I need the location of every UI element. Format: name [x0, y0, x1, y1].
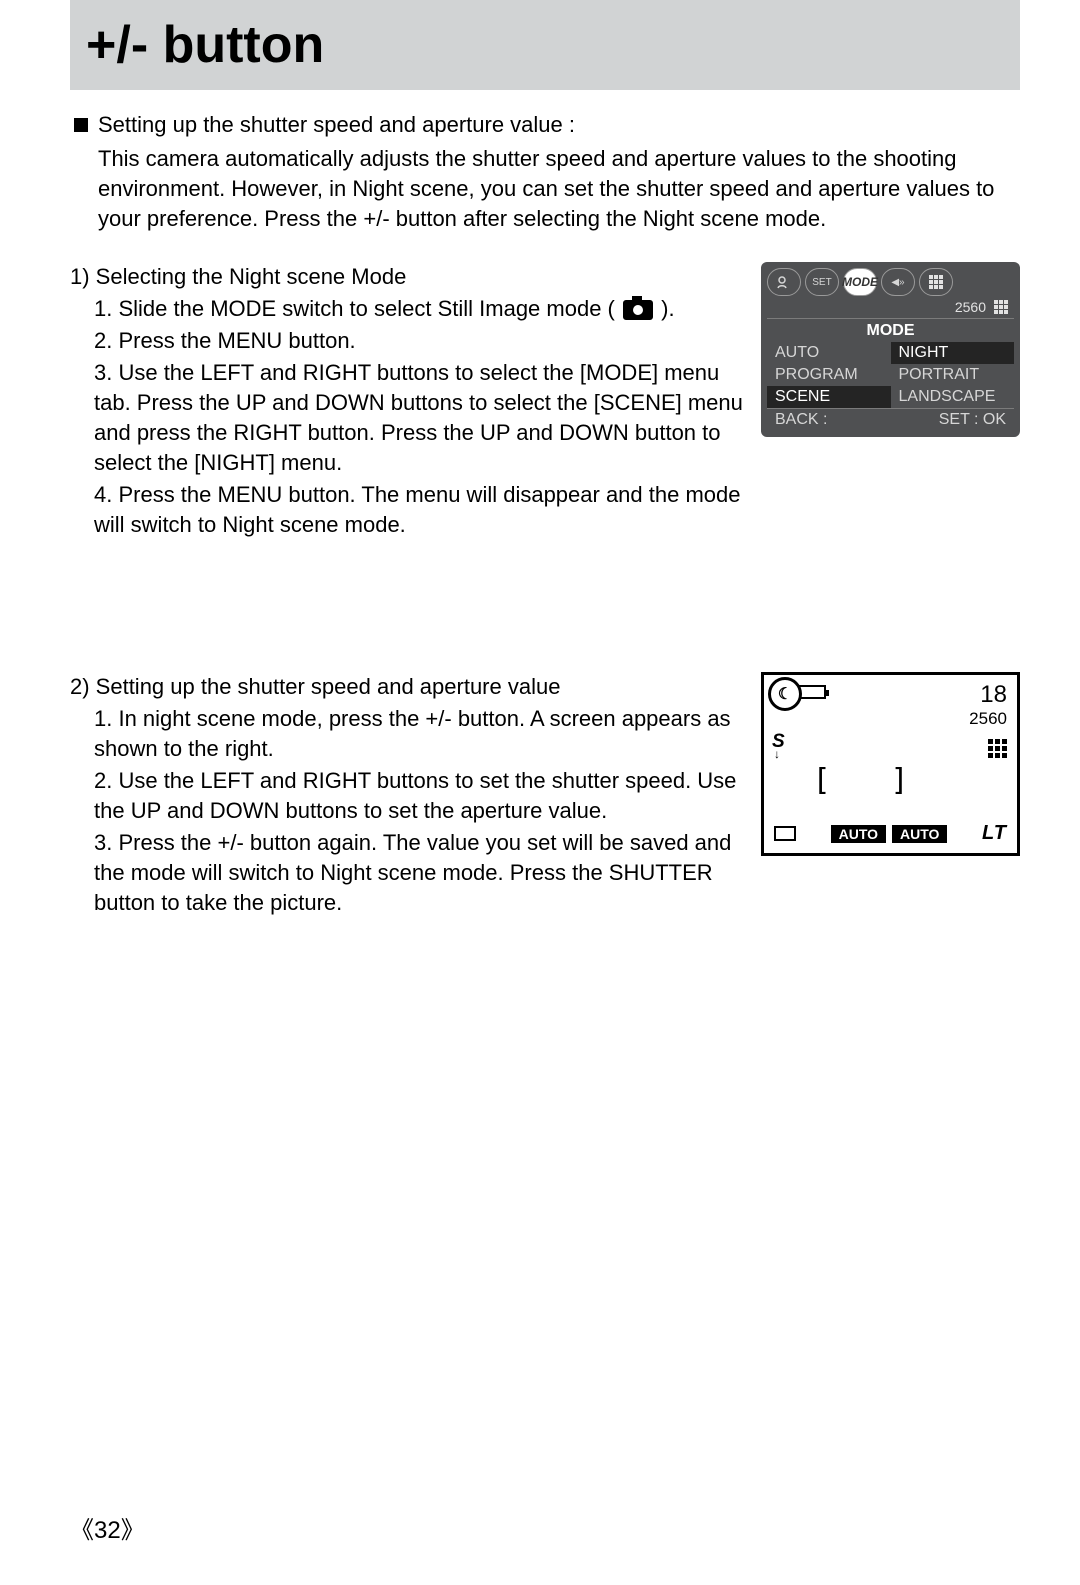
section-1-step-4: 4. Press the MENU button. The menu will …: [94, 480, 747, 540]
night-bottom-row: AUTO AUTO LT: [764, 822, 1017, 845]
section-1-step-3: 3. Use the LEFT and RIGHT buttons to sel…: [94, 358, 747, 478]
section-2-step-3: 3. Press the +/- button again. The value…: [94, 828, 747, 918]
section-2-step-1: 1. In night scene mode, press the +/- bu…: [94, 704, 747, 764]
intro-heading: Setting up the shutter speed and apertur…: [98, 110, 575, 140]
page-title: +/- button: [86, 15, 324, 75]
menu-tab-sound-icon: ◀»: [881, 268, 915, 296]
quality-grid-icon: [988, 731, 1007, 758]
shutter-auto-label: AUTO: [831, 825, 886, 843]
menu-tab-face-icon: [767, 268, 801, 296]
lt-label: LT: [982, 822, 1007, 845]
section-2-text: 2) Setting up the shutter speed and aper…: [70, 672, 747, 920]
bracket-left: [: [812, 763, 890, 798]
menu-item-scene: SCENE: [767, 386, 891, 408]
square-bullet-icon: [74, 118, 88, 132]
section-1: 1) Selecting the Night scene Mode 1. Sli…: [70, 262, 1020, 542]
menu-sub-row: 2560: [767, 296, 1014, 318]
page: +/- button Setting up the shutter speed …: [0, 0, 1080, 1585]
section-1-title: 1) Selecting the Night scene Mode: [70, 262, 747, 292]
camera-menu-screenshot: SET MODE ◀» 2560 MODE AUTO NIGHT: [761, 262, 1020, 437]
menu-tab-row: SET MODE ◀»: [767, 268, 1014, 296]
bracket-right: ]: [891, 763, 969, 798]
night-resolution: 2560: [969, 709, 1007, 729]
step1-text-b: ).: [661, 296, 674, 321]
storage-icon: [774, 826, 796, 841]
menu-item-night: NIGHT: [891, 342, 1015, 364]
menu-back-label: BACK :: [767, 409, 891, 431]
grid-icon: [994, 300, 1008, 314]
menu-setok-label: SET : OK: [891, 409, 1015, 431]
night-mode-icon: ☾: [768, 677, 802, 711]
figure-night-preview: ☾ 18 2560 S [] AUTO AUTO: [761, 672, 1020, 856]
menu-tab-set: SET: [805, 268, 839, 296]
figure-mode-menu: SET MODE ◀» 2560 MODE AUTO NIGHT: [761, 262, 1020, 437]
menu-item-landscape: LANDSCAPE: [891, 386, 1015, 408]
battery-icon: [798, 685, 826, 699]
focus-brackets: []: [764, 763, 1017, 798]
auto-labels: AUTO AUTO: [831, 825, 948, 843]
section-2-step-2: 2. Use the LEFT and RIGHT buttons to set…: [94, 766, 747, 826]
intro-body: This camera automatically adjusts the sh…: [70, 144, 1020, 234]
flash-slow-icon: S: [772, 731, 785, 753]
intro-bullet-row: Setting up the shutter speed and apertur…: [70, 110, 1020, 140]
section-2: 2) Setting up the shutter speed and aper…: [70, 672, 1020, 920]
section-1-step-1: 1. Slide the MODE switch to select Still…: [94, 294, 747, 324]
menu-tab-grid-icon: [919, 268, 953, 296]
content-area: Setting up the shutter speed and apertur…: [70, 110, 1020, 920]
menu-body: AUTO NIGHT PROGRAM PORTRAIT SCENE LANDSC…: [767, 342, 1014, 408]
night-scene-screenshot: ☾ 18 2560 S [] AUTO AUTO: [761, 672, 1020, 856]
shots-remaining: 18: [980, 681, 1007, 709]
section-1-step-2: 2. Press the MENU button.: [94, 326, 747, 356]
menu-item-portrait: PORTRAIT: [891, 364, 1015, 386]
camera-icon: [623, 300, 653, 320]
section-1-text: 1) Selecting the Night scene Mode 1. Sli…: [70, 262, 747, 542]
section-2-title: 2) Setting up the shutter speed and aper…: [70, 672, 747, 702]
menu-header: MODE: [767, 318, 1014, 342]
title-bar: +/- button: [70, 0, 1020, 90]
menu-item-auto: AUTO: [767, 342, 891, 364]
menu-resolution: 2560: [955, 299, 986, 315]
grid-icon: [929, 275, 943, 289]
step1-text-a: 1. Slide the MODE switch to select Still…: [94, 296, 615, 321]
menu-footer: BACK : SET : OK: [767, 408, 1014, 431]
menu-item-program: PROGRAM: [767, 364, 891, 386]
aperture-auto-label: AUTO: [892, 825, 947, 843]
menu-tab-mode: MODE: [843, 268, 877, 296]
page-number: 《32》: [70, 1510, 145, 1545]
